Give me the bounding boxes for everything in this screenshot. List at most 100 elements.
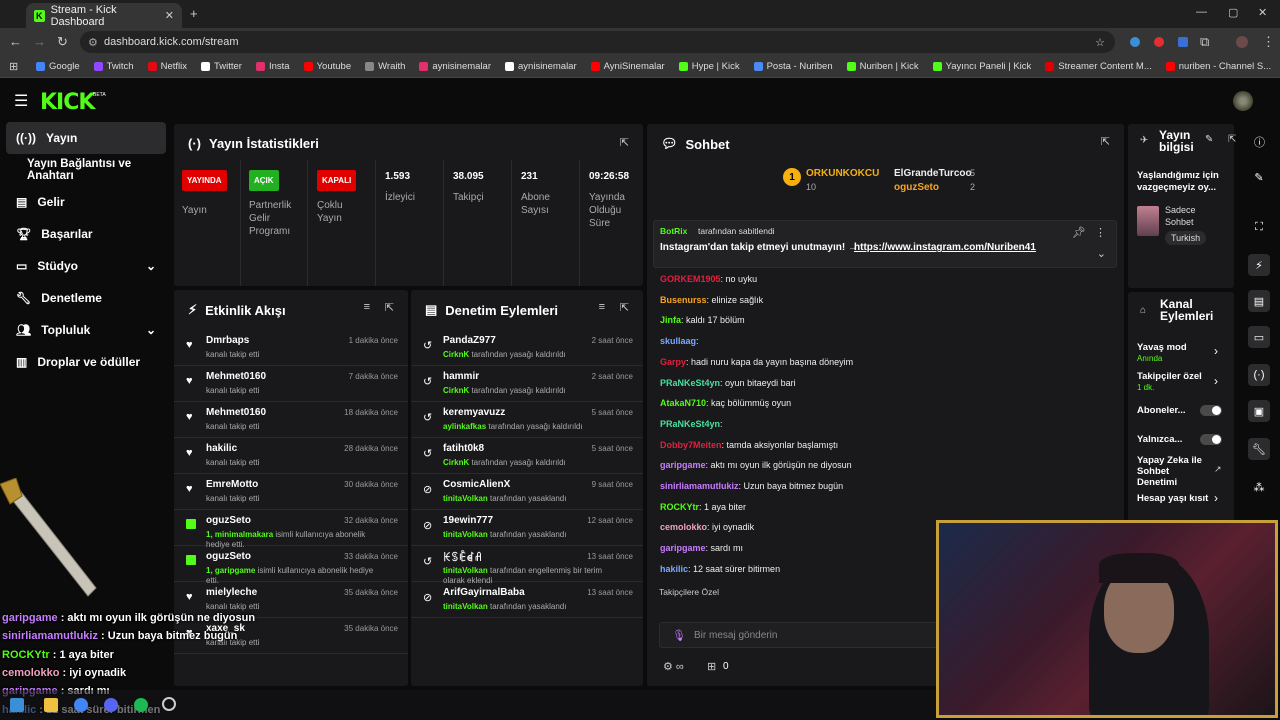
edit-icon[interactable]: ✎ xyxy=(1205,134,1213,145)
bookmark-item[interactable]: Netflix xyxy=(147,61,187,72)
settings-icon[interactable]: ⚙ ∞ xyxy=(663,660,684,673)
moderated-user[interactable]: ꀘꌗꍟꀸꋬ xyxy=(443,551,482,564)
moderated-user[interactable]: 19ewin777 xyxy=(443,515,493,526)
browser-menu-icon[interactable]: ⋮ xyxy=(1262,34,1275,50)
activity-user[interactable]: mielyleche xyxy=(206,587,257,598)
filter-icon[interactable]: ≡ xyxy=(599,301,605,313)
bookmark-item[interactable]: AyniSinemalar xyxy=(590,61,665,72)
chat-username[interactable]: garipgame xyxy=(660,543,706,553)
activity-user[interactable]: Dmrbaps xyxy=(206,335,249,346)
chat-username[interactable]: skullaag xyxy=(660,336,696,346)
activity-user[interactable]: oguzSeto xyxy=(206,551,251,562)
bookmark-item[interactable]: Hype | Kick xyxy=(678,61,740,72)
windows-start-icon[interactable] xyxy=(10,698,24,712)
external-link-icon[interactable]: ↗ xyxy=(1214,464,1222,475)
site-info-icon[interactable]: ⚙ xyxy=(88,36,98,49)
ai-moderation-label[interactable]: Yapay Zeka ile Sohbet Denetimi xyxy=(1137,455,1207,488)
chat-username[interactable]: GORKEM1905 xyxy=(660,274,721,284)
moderator-name[interactable]: tinitaVolkan xyxy=(443,602,488,611)
moderator-name[interactable]: tinitaVolkan xyxy=(443,494,488,503)
moderator-name[interactable]: tinitaVolkan xyxy=(443,530,488,539)
moderated-user[interactable]: PandaZ977 xyxy=(443,335,496,346)
popout-icon[interactable]: ⇱ xyxy=(620,301,629,314)
chat-username[interactable]: PRaNKeSt4yn xyxy=(660,419,720,429)
pinned-link[interactable]: https://www.instagram.com/Nuriben41 xyxy=(854,242,1036,253)
apps-grid-icon[interactable]: ⊞ xyxy=(9,60,18,73)
url-field[interactable]: ⚙ dashboard.kick.com/stream ☆ xyxy=(80,31,1115,53)
moderated-user[interactable]: CosmicAlienX xyxy=(443,479,510,490)
bookmark-item[interactable]: Nuriben | Kick xyxy=(846,61,919,72)
pin-icon[interactable]: 📌︎ xyxy=(1072,226,1086,239)
obs-icon[interactable] xyxy=(162,697,176,711)
chat-username[interactable]: ROCKYtr xyxy=(660,502,699,512)
bookmark-item[interactable]: Posta - Nuriben xyxy=(753,61,833,72)
moderated-user[interactable]: fatiht0k8 xyxy=(443,443,484,454)
top-gifter-name[interactable]: ORKUNKOKCU xyxy=(806,168,879,179)
bookmark-item[interactable]: Yayıncı Paneli | Kick xyxy=(932,61,1031,72)
minimize-icon[interactable]: — xyxy=(1196,6,1207,18)
fullscreen-icon[interactable]: ⛶ xyxy=(1248,216,1270,238)
extension-icon[interactable] xyxy=(1130,37,1140,47)
extensions-puzzle-icon[interactable]: ⧉ xyxy=(1200,34,1209,50)
spotify-icon[interactable] xyxy=(134,698,148,712)
chevron-down-icon[interactable]: ⌄ xyxy=(1097,247,1106,260)
broadcast-icon[interactable]: (·) xyxy=(1248,364,1270,386)
sidebar-item-stream[interactable]: ((·)) Yayın xyxy=(6,122,166,154)
chat-bubble-icon[interactable]: ▭ xyxy=(1248,326,1270,348)
bookmark-item[interactable]: Insta xyxy=(255,61,290,72)
chat-username[interactable]: cemolokko xyxy=(660,522,707,532)
chat-username[interactable]: hakilic xyxy=(660,564,688,574)
moderated-user[interactable]: keremyavuzz xyxy=(443,407,505,418)
chevron-right-icon[interactable]: › xyxy=(1214,491,1218,505)
activity-user[interactable]: oguzSeto xyxy=(206,515,251,526)
activity-user[interactable]: Mehmet0160 xyxy=(206,407,266,418)
document-icon[interactable]: ▤ xyxy=(1248,290,1270,312)
chat-username[interactable]: PRaNKeSt4yn xyxy=(660,378,720,388)
popout-icon[interactable]: ⇱ xyxy=(1228,134,1236,145)
category-thumbnail[interactable] xyxy=(1137,206,1159,236)
chat-username[interactable]: garipgame xyxy=(660,460,706,470)
sidebar-item-drops[interactable]: ▥ Droplar ve ödüller xyxy=(0,346,172,378)
popout-icon[interactable]: ⇱ xyxy=(620,136,629,149)
sidebar-item-community[interactable]: 👥︎ Topluluk ⌄ xyxy=(0,314,172,346)
chat-username[interactable]: sinirliamamutlukiz xyxy=(660,481,739,491)
chrome-icon[interactable] xyxy=(74,698,88,712)
bookmark-item[interactable]: Google xyxy=(36,61,80,72)
emote-only-toggle[interactable] xyxy=(1200,434,1222,445)
activity-user[interactable]: EmreMotto xyxy=(206,479,258,490)
mic-icon[interactable]: 🎙︎ xyxy=(672,629,686,642)
moderator-name[interactable]: CirknK xyxy=(443,458,469,467)
hamburger-menu-icon[interactable]: ☰ xyxy=(14,91,28,111)
bookmark-item[interactable]: Youtube xyxy=(303,61,351,72)
wrench-icon[interactable]: 🔧︎ xyxy=(1248,438,1270,460)
more-options-icon[interactable]: ⋮ xyxy=(1095,226,1106,239)
chat-username[interactable]: AtakaN710 xyxy=(660,398,706,408)
discord-icon[interactable] xyxy=(104,698,118,712)
moderated-user[interactable]: ArifGayirnalBaba xyxy=(443,587,525,598)
chevron-right-icon[interactable]: › xyxy=(1214,344,1218,358)
bookmark-item[interactable]: Streamer Content M... xyxy=(1045,61,1152,72)
top-gifter-name[interactable]: oguzSeto xyxy=(894,182,939,193)
activity-user[interactable]: hakilic xyxy=(206,443,237,454)
profile-avatar-icon[interactable] xyxy=(1236,36,1248,48)
chat-username[interactable]: Busenurss xyxy=(660,295,707,305)
filter-icon[interactable]: ≡ xyxy=(364,301,370,313)
lightning-icon[interactable]: ⚡︎ xyxy=(1248,254,1270,276)
bookmark-item[interactable]: aynisinemalar xyxy=(505,61,577,72)
chat-username[interactable]: Dobby7Meiten xyxy=(660,440,722,450)
chat-username[interactable]: Jinfa xyxy=(660,315,681,325)
browser-tab[interactable]: K Stream - Kick Dashboard ✕ xyxy=(26,3,182,28)
kick-logo[interactable]: KICK xyxy=(40,90,95,115)
moderator-name[interactable]: CirknK xyxy=(443,386,469,395)
moderator-name[interactable]: aylinkafkas xyxy=(443,422,486,431)
bookmark-item[interactable]: aynisinemalar xyxy=(419,61,491,72)
sidebar-item-stream-key[interactable]: Yayın Bağlantısı ve Anahtarı xyxy=(0,154,172,186)
sidebar-item-studio[interactable]: ▭ Stüdyo ⌄ xyxy=(0,250,172,282)
bookmark-item[interactable]: Twitter xyxy=(200,61,242,72)
forward-icon[interactable]: → xyxy=(33,34,46,49)
maximize-icon[interactable]: ▢ xyxy=(1228,6,1238,19)
moderator-name[interactable]: tinitaVolkan xyxy=(443,566,488,575)
moderator-name[interactable]: CirknK xyxy=(443,350,469,359)
sidebar-item-achievements[interactable]: 🏆︎ Başarılar xyxy=(0,218,172,250)
extension-icon[interactable] xyxy=(1178,37,1188,47)
